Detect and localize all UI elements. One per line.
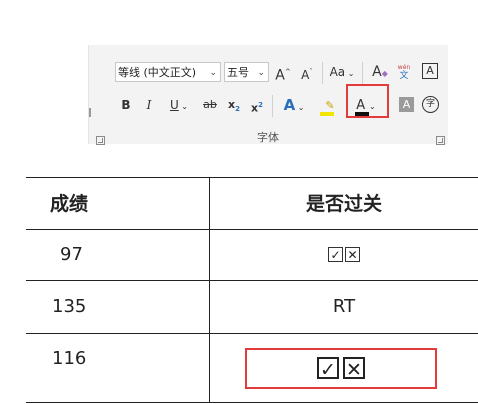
- separator: [362, 62, 363, 84]
- header-pass: 是否过关: [305, 193, 382, 215]
- italic-button[interactable]: I: [143, 95, 155, 115]
- dialog-launcher-icon[interactable]: [96, 136, 105, 145]
- check-box-icon: ✓: [317, 357, 339, 381]
- pass-cell: RT: [332, 296, 356, 317]
- font-ribbon-group: 等线 (中文正文) ⌄ 五号 ⌄ A^ Aˇ Aa ⌄ A◆ wén 文 A B…: [88, 45, 448, 145]
- chevron-down-icon: ⌄: [257, 68, 265, 78]
- highlight-color-button[interactable]: ✎: [318, 95, 342, 116]
- pass-cell-selected[interactable]: ✓ ✕: [245, 357, 437, 381]
- score-cell: 135: [52, 296, 87, 317]
- enclose-char-icon: 字: [425, 99, 435, 109]
- bold-icon: B: [121, 98, 131, 112]
- crossed-box-icon: ✕: [343, 357, 365, 381]
- text-effects-icon: A: [283, 96, 296, 114]
- separator: [272, 95, 273, 117]
- separator: [322, 62, 323, 84]
- underline-button[interactable]: U ⌄: [165, 95, 193, 117]
- header-score: 成绩: [50, 193, 89, 215]
- font-size-combobox[interactable]: 五号 ⌄: [224, 62, 269, 82]
- character-border-button[interactable]: A: [422, 63, 438, 79]
- change-case-button[interactable]: Aa ⌄: [329, 62, 355, 84]
- crossed-box-icon: ✕: [345, 246, 360, 262]
- char-border-icon: A: [426, 64, 434, 77]
- highlight-swatch: [320, 112, 334, 116]
- score-cell: 97: [60, 244, 83, 265]
- superscript-button[interactable]: x2: [250, 95, 264, 119]
- chevron-down-icon: ⌄: [209, 68, 217, 78]
- character-shading-button[interactable]: A: [399, 97, 414, 112]
- grow-font-icon: A: [275, 67, 285, 84]
- italic-icon: I: [146, 98, 152, 112]
- char-shading-icon: A: [402, 98, 411, 111]
- shrink-font-button[interactable]: Aˇ: [299, 62, 315, 85]
- table-border: [26, 333, 478, 334]
- font-name-value: 等线 (中文正文): [118, 66, 197, 79]
- table-border: [26, 280, 478, 281]
- text-effects-button[interactable]: A ⌄: [280, 95, 308, 118]
- change-case-icon: Aa: [329, 65, 346, 79]
- font-color-highlight-box: [346, 84, 389, 118]
- font-name-combobox[interactable]: 等线 (中文正文) ⌄: [115, 62, 221, 82]
- underline-icon: U: [169, 98, 179, 112]
- strikethrough-button[interactable]: ab: [201, 95, 219, 115]
- clear-formatting-button[interactable]: A◆: [371, 62, 389, 84]
- enclose-characters-button[interactable]: 字: [422, 96, 439, 113]
- strikethrough-icon: ab: [203, 98, 217, 111]
- checked-box-icon: ✓: [328, 246, 343, 262]
- ribbon-scroll-marker: [89, 108, 91, 117]
- phonetic-char: 文: [399, 71, 409, 81]
- grow-font-button[interactable]: A^: [275, 62, 291, 86]
- pass-cell: ✓ ✕: [210, 243, 478, 265]
- highlighter-icon: ✎: [325, 99, 335, 112]
- phonetic-guide-button[interactable]: wén 文: [396, 63, 412, 81]
- font-size-value: 五号: [227, 66, 249, 79]
- score-cell: 116: [52, 348, 87, 369]
- dialog-launcher-icon[interactable]: [436, 136, 445, 145]
- table-border-bottom: [26, 402, 478, 403]
- clear-format-icon: A: [372, 64, 382, 80]
- bold-button[interactable]: B: [120, 95, 132, 115]
- table-border-top: [26, 177, 478, 178]
- font-group-label: 字体: [257, 131, 279, 144]
- subscript-button[interactable]: x2: [227, 95, 241, 119]
- table-border: [26, 229, 478, 230]
